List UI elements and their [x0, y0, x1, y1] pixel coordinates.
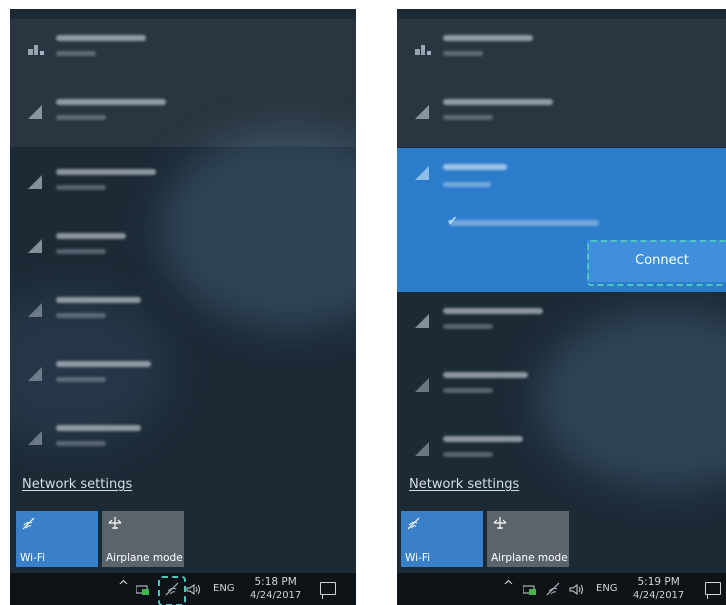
network-status: [56, 249, 106, 254]
network-item[interactable]: [10, 19, 356, 83]
network-name: [443, 372, 528, 378]
wifi-tile-label: Wi-Fi: [405, 552, 431, 564]
wifi-signal-icon: [28, 303, 42, 317]
taskbar: ^ ENG 5:19 PM 4/24/2017: [397, 573, 726, 605]
network-name: [443, 35, 533, 41]
volume-icon[interactable]: [569, 584, 585, 595]
airplane-icon: [493, 517, 507, 529]
connect-button-highlight: [587, 240, 726, 286]
network-item[interactable]: [10, 153, 356, 217]
connect-automatically-label: [449, 220, 599, 226]
network-name: [56, 233, 126, 239]
network-name: [443, 308, 543, 314]
wifi-signal-icon: [28, 105, 42, 119]
network-flyout-left: Network settings Wi-Fi Airplane mode ^ E…: [10, 9, 356, 605]
wifi-signal-icon: [415, 442, 429, 456]
wifi-signal-icon: [28, 45, 44, 55]
network-settings-link[interactable]: Network settings: [409, 477, 519, 492]
wifi-tile-label: Wi-Fi: [20, 552, 46, 564]
network-icon-highlight: [158, 576, 186, 605]
airplane-icon: [108, 517, 122, 529]
network-status: [443, 388, 493, 393]
airplane-mode-tile[interactable]: Airplane mode: [487, 511, 569, 567]
network-item[interactable]: [10, 281, 356, 345]
show-hidden-icons-chevron[interactable]: ^: [118, 579, 129, 594]
network-name: [56, 99, 166, 105]
wifi-signal-icon: [28, 431, 42, 445]
wifi-signal-icon[interactable]: [545, 581, 563, 597]
clock[interactable]: 5:18 PM 4/24/2017: [250, 575, 301, 603]
clock-date: 4/24/2017: [250, 590, 302, 601]
wifi-signal-icon: [415, 166, 429, 180]
wifi-signal-icon: [415, 314, 429, 328]
wifi-signal-icon: [415, 45, 431, 55]
wifi-icon: [407, 517, 420, 530]
network-status: [443, 182, 491, 187]
wifi-signal-icon: [415, 105, 429, 119]
network-status: [443, 324, 493, 329]
network-status: [56, 51, 96, 56]
network-item[interactable]: [10, 345, 356, 409]
network-item[interactable]: [10, 409, 356, 473]
network-item[interactable]: [10, 83, 356, 147]
wifi-tile[interactable]: Wi-Fi: [401, 511, 483, 567]
network-status: [443, 51, 483, 56]
selected-network-expanded[interactable]: ✔ Connect: [397, 148, 726, 292]
language-indicator[interactable]: ENG: [596, 583, 618, 594]
battery-icon[interactable]: [136, 584, 150, 595]
network-item[interactable]: [397, 83, 726, 147]
battery-icon[interactable]: [523, 584, 537, 595]
network-name: [56, 297, 141, 303]
network-status: [443, 452, 493, 457]
wifi-signal-icon: [415, 378, 429, 392]
network-name: [443, 436, 523, 442]
clock-time: 5:19 PM: [637, 576, 680, 588]
wifi-signal-icon: [28, 367, 42, 381]
network-item[interactable]: [10, 217, 356, 281]
network-status: [56, 313, 106, 318]
network-item[interactable]: [397, 356, 726, 420]
wifi-icon: [22, 517, 35, 530]
network-flyout-right: ✔ Connect Network settings Wi-Fi Airplan…: [397, 9, 726, 605]
taskbar: ^ ENG 5:18 PM 4/24/2017: [10, 573, 356, 605]
action-center-icon[interactable]: [320, 582, 336, 599]
clock-date: 4/24/2017: [633, 590, 685, 601]
network-settings-link[interactable]: Network settings: [22, 477, 132, 492]
wifi-tile[interactable]: Wi-Fi: [16, 511, 98, 567]
wifi-signal-icon: [28, 175, 42, 189]
network-item[interactable]: [397, 292, 726, 356]
network-item[interactable]: [397, 420, 726, 484]
network-item[interactable]: [397, 19, 726, 83]
action-center-icon[interactable]: [705, 582, 721, 599]
network-name: [443, 99, 553, 105]
airplane-mode-label: Airplane mode: [106, 552, 183, 564]
volume-icon[interactable]: [186, 584, 202, 595]
wifi-signal-icon: [28, 239, 42, 253]
show-hidden-icons-chevron[interactable]: ^: [503, 579, 514, 594]
network-status: [56, 115, 106, 120]
clock-time: 5:18 PM: [254, 576, 297, 588]
network-name: [56, 361, 151, 367]
network-status: [56, 441, 106, 446]
network-name: [56, 35, 146, 41]
language-indicator[interactable]: ENG: [213, 583, 235, 594]
network-name: [56, 169, 156, 175]
network-name: [443, 164, 507, 170]
airplane-mode-tile[interactable]: Airplane mode: [102, 511, 184, 567]
network-status: [56, 377, 106, 382]
network-status: [56, 185, 106, 190]
airplane-mode-label: Airplane mode: [491, 552, 568, 564]
network-name: [56, 425, 141, 431]
network-status: [443, 115, 493, 120]
clock[interactable]: 5:19 PM 4/24/2017: [633, 575, 684, 603]
